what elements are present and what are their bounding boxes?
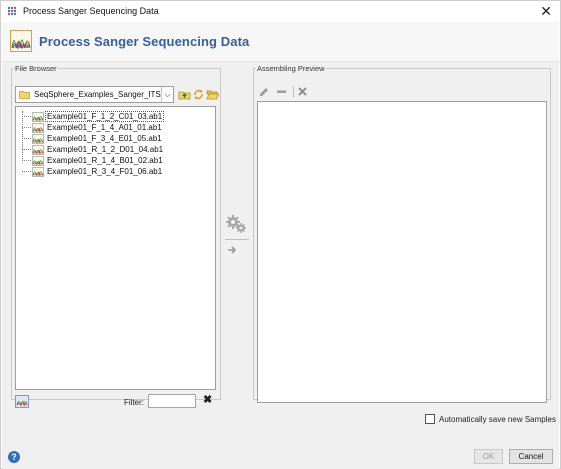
- refresh-icon[interactable]: [192, 88, 205, 101]
- ab1-file-icon: [32, 111, 44, 122]
- tree-connector: [22, 149, 31, 150]
- process-sanger-dialog: Process Sanger Sequencing Data ✕ Process…: [0, 0, 561, 469]
- assembling-preview-panel: Assembling Preview: [253, 64, 551, 403]
- autosave-label: Automatically save new Samples: [439, 414, 556, 424]
- ab1-file-icon: [32, 133, 44, 144]
- path-dropdown[interactable]: SeqSphere_Examples_Sanger_ITS/ ⌵: [15, 86, 174, 103]
- window-title: Process Sanger Sequencing Data: [23, 6, 159, 16]
- tree-file-label: Example01_R_3_4_F01_06.ab1: [47, 167, 163, 176]
- tree-file-label: Example01_F_1_4_A01_01.ab1: [47, 123, 162, 132]
- open-folder-icon[interactable]: [206, 88, 219, 101]
- tree-file-item[interactable]: Example01_F_3_4_E01_05.ab1: [22, 133, 163, 144]
- help-icon[interactable]: ?: [8, 451, 20, 463]
- ab1-file-icon: [32, 166, 44, 177]
- tree-file-label: Example01_R_1_4_B01_02.ab1: [47, 156, 163, 165]
- tree-file-item[interactable]: Example01_F_1_2_C01_03.ab1: [22, 111, 165, 122]
- chromatogram-icon: [10, 30, 32, 52]
- assembling-preview-legend: Assembling Preview: [257, 64, 325, 73]
- path-value: SeqSphere_Examples_Sanger_ITS/: [34, 90, 161, 99]
- ab1-file-icon: [32, 122, 44, 133]
- filter-label: Filter:: [124, 398, 144, 407]
- tree-file-item[interactable]: Example01_R_1_2_D01_04.ab1: [22, 144, 164, 155]
- tree-connector: [22, 171, 31, 172]
- remove-icon[interactable]: [276, 86, 287, 97]
- clear-filter-icon[interactable]: ✖: [203, 395, 213, 406]
- dialog-header: Process Sanger Sequencing Data: [2, 22, 559, 62]
- file-browser-legend: File Browser: [15, 64, 57, 73]
- tree-file-item[interactable]: Example01_R_1_4_B01_02.ab1: [22, 155, 164, 166]
- chromatogram-small-icon: [16, 401, 28, 407]
- file-browser-panel: File Browser SeqSphere_Examples_Sanger_I…: [11, 64, 221, 408]
- cancel-button[interactable]: Cancel: [509, 449, 553, 464]
- tree-connector: [22, 116, 31, 117]
- delete-icon[interactable]: [297, 86, 308, 97]
- edit-icon[interactable]: [259, 86, 270, 97]
- toolbar-separator: [293, 86, 294, 97]
- seqsphere-app-icon: [7, 6, 17, 16]
- ab1-file-icon: [32, 144, 44, 155]
- tree-file-label: Example01_F_1_2_C01_03.ab1: [44, 111, 165, 122]
- title-bar: Process Sanger Sequencing Data ✕: [1, 1, 560, 22]
- tree-file-label: Example01_F_3_4_E01_05.ab1: [47, 134, 162, 143]
- arrow-right-icon[interactable]: [227, 245, 237, 255]
- ok-button[interactable]: OK: [474, 449, 503, 464]
- autosave-option[interactable]: Automatically save new Samples: [425, 414, 556, 424]
- tree-file-label: Example01_R_1_2_D01_04.ab1: [47, 145, 164, 154]
- tree-file-item[interactable]: Example01_F_1_4_A01_01.ab1: [22, 122, 163, 133]
- folder-icon: [19, 91, 30, 99]
- page-title: Process Sanger Sequencing Data: [39, 34, 250, 49]
- chromatogram-view-icon[interactable]: [15, 395, 29, 408]
- tree-connector: [22, 138, 31, 139]
- ab1-file-icon: [32, 155, 44, 166]
- tree-connector: [22, 127, 31, 128]
- chevron-down-icon[interactable]: ⌵: [161, 87, 173, 102]
- tree-connector: [22, 160, 31, 161]
- file-tree[interactable]: Example01_F_1_2_C01_03.ab1 Example01_F_1_…: [15, 106, 216, 390]
- autosave-checkbox[interactable]: [425, 414, 435, 424]
- transfer-separator: [225, 239, 249, 240]
- assembling-preview-area[interactable]: [257, 101, 547, 403]
- close-icon[interactable]: ✕: [540, 3, 552, 19]
- folder-up-icon[interactable]: [178, 88, 191, 101]
- dialog-body: File Browser SeqSphere_Examples_Sanger_I…: [2, 62, 559, 469]
- filter-input[interactable]: [148, 394, 196, 408]
- gears-icon[interactable]: [225, 213, 247, 235]
- tree-file-item[interactable]: Example01_R_3_4_F01_06.ab1: [22, 166, 163, 177]
